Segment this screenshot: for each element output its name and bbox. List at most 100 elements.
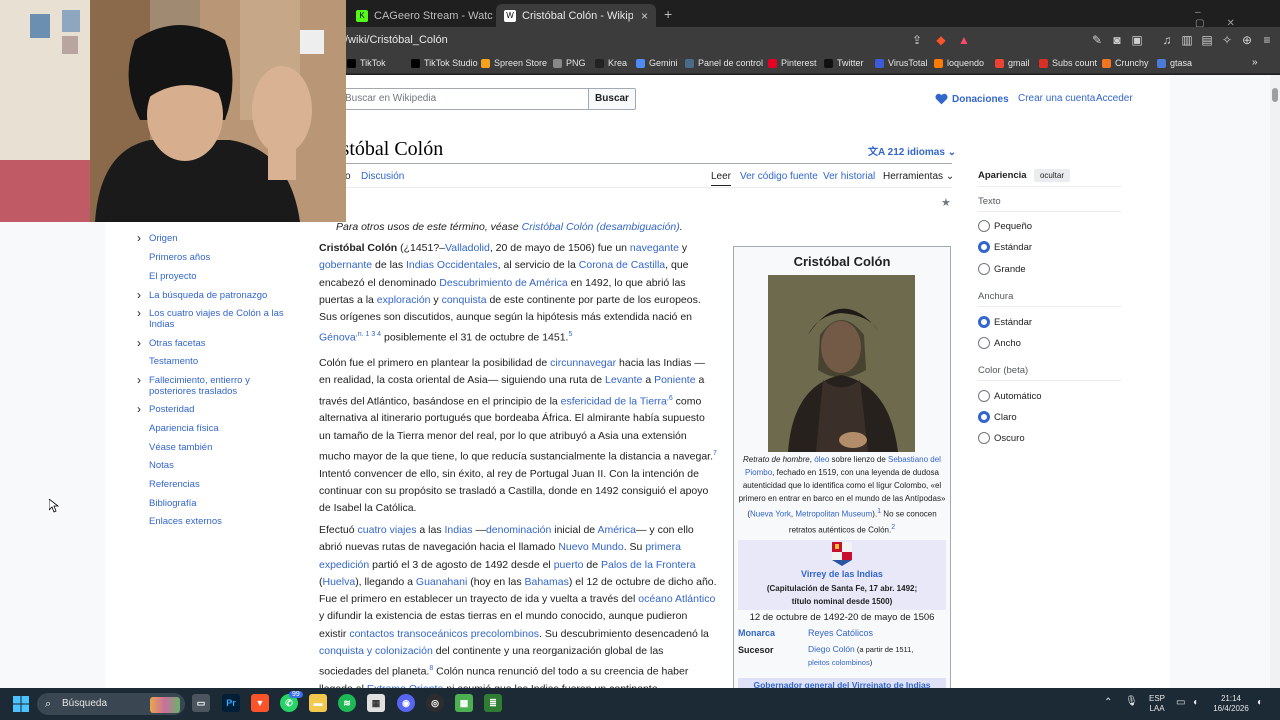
wiki-link[interactable]: contactos transoceánicos precolombinos: [349, 628, 539, 640]
radio-button[interactable]: [978, 337, 990, 349]
reference-sup[interactable]: 2: [891, 524, 895, 531]
reference-sup[interactable]: 7: [713, 450, 717, 457]
radio-label[interactable]: Pequeño: [994, 221, 1032, 232]
bookmark-item[interactable]: Krea: [595, 56, 627, 70]
tab-read[interactable]: Leer: [711, 171, 732, 186]
bookmark-item[interactable]: gmail: [995, 56, 1030, 70]
tab-talk[interactable]: Discusión: [361, 171, 404, 182]
disambiguation-link[interactable]: Cristóbal Colón (desambiguación): [522, 221, 680, 233]
radio-button[interactable]: [978, 390, 990, 402]
toc-item[interactable]: El proyecto: [149, 271, 294, 282]
wiki-link[interactable]: Huelva: [323, 576, 356, 588]
wiki-link[interactable]: Nuevo Mundo: [558, 541, 623, 553]
radio-label[interactable]: Ancho: [994, 338, 1021, 349]
brave-icon[interactable]: ▼: [251, 694, 269, 712]
reference-sup[interactable]: 5: [568, 331, 572, 338]
volume-icon[interactable]: ◖: [1192, 698, 1198, 708]
microphone-icon[interactable]: 🎙︎: [1125, 697, 1138, 707]
bookmark-item[interactable]: Twitter: [824, 56, 864, 70]
wiki-link[interactable]: exploración: [377, 294, 431, 306]
menu-icon[interactable]: ≡: [1260, 33, 1274, 47]
toc-item[interactable]: Otras facetas: [149, 338, 294, 349]
toc-item[interactable]: La búsqueda de patronazgo: [149, 290, 294, 301]
wiki-search-input[interactable]: Buscar en Wikipedia: [338, 88, 589, 110]
toc-item[interactable]: Fallecimiento, entierro y posteriores tr…: [149, 375, 294, 397]
minecraft-icon[interactable]: ▩: [455, 694, 473, 712]
discord-icon[interactable]: ◉: [397, 694, 415, 712]
radio-label[interactable]: Estándar: [994, 242, 1032, 253]
network-icon[interactable]: ▭: [1176, 698, 1185, 708]
bookmark-item[interactable]: Pinterest: [768, 56, 817, 70]
bookmark-item[interactable]: Gemini: [636, 56, 678, 70]
radio-button[interactable]: [978, 432, 990, 444]
toc-item[interactable]: Referencias: [149, 479, 294, 490]
bookmark-item[interactable]: VirusTotal: [875, 56, 927, 70]
successor-link[interactable]: Diego Colón: [808, 644, 855, 654]
toc-item[interactable]: Apariencia física: [149, 423, 294, 434]
tray-chevron-up-icon[interactable]: ⌃: [1104, 698, 1112, 708]
chevron-right-icon[interactable]: ›: [137, 403, 141, 415]
wiki-link[interactable]: América: [597, 524, 636, 536]
radio-button[interactable]: [978, 316, 990, 328]
wiki-link[interactable]: Corona de Castilla: [579, 259, 665, 271]
radio-button[interactable]: [978, 411, 990, 423]
chevron-right-icon[interactable]: ›: [137, 374, 141, 386]
toc-item[interactable]: Testamento: [149, 356, 294, 367]
task-view-icon[interactable]: ▭: [192, 694, 210, 712]
donate-link[interactable]: Donaciones: [935, 93, 1009, 105]
premiere-icon[interactable]: Pr: [222, 694, 240, 712]
radio-label[interactable]: Automático: [994, 391, 1042, 402]
bookmark-item[interactable]: Panel de control: [685, 56, 763, 70]
bookmark-item[interactable]: TikTok Studio: [411, 56, 478, 70]
office-title[interactable]: Virrey de las Indias: [738, 568, 946, 581]
toc-item[interactable]: Los cuatro viajes de Colón a las Indias: [149, 308, 294, 330]
wiki-link[interactable]: Palos de la Frontera: [601, 559, 696, 571]
bookmark-item[interactable]: TikTok: [347, 56, 386, 70]
monarch-value[interactable]: Reyes Católicos: [808, 627, 873, 640]
wiki-link[interactable]: gobernante: [319, 259, 372, 271]
window-controls[interactable]: –▢✕: [1195, 7, 1280, 29]
chevron-right-icon[interactable]: ›: [137, 289, 141, 301]
wiki-link[interactable]: Guanahani: [416, 576, 467, 588]
toc-item[interactable]: Bibliografía: [149, 498, 294, 509]
wiki-link[interactable]: puerto: [554, 559, 584, 571]
search-highlight-icon[interactable]: [150, 697, 180, 713]
bookmark-item[interactable]: gtasa: [1157, 56, 1192, 70]
radio-label[interactable]: Claro: [994, 412, 1017, 423]
leo-ai-icon[interactable]: ✧: [1220, 33, 1234, 47]
wiki-link[interactable]: océano Atlántico: [638, 593, 715, 605]
share-icon[interactable]: ⇪: [910, 33, 924, 47]
new-tab-icon[interactable]: +: [664, 6, 672, 22]
store-icon[interactable]: ▦: [367, 694, 385, 712]
sidebar-icon[interactable]: ▥: [1180, 33, 1194, 47]
bookmark-item[interactable]: Crunchy: [1102, 56, 1149, 70]
tab-history[interactable]: Ver historial: [823, 171, 875, 182]
wiki-link[interactable]: Génova: [319, 332, 356, 344]
hide-appearance-button[interactable]: ocultar: [1034, 169, 1070, 182]
wiki-link[interactable]: Poniente: [654, 374, 695, 386]
extension-icon[interactable]: ✎: [1090, 33, 1104, 47]
bookmark-item[interactable]: loquendo: [934, 56, 984, 70]
clock[interactable]: 21:14 16/4/2026: [1210, 694, 1252, 714]
toc-item[interactable]: Véase también: [149, 442, 294, 453]
radio-label[interactable]: Oscuro: [994, 433, 1025, 444]
file-explorer-icon[interactable]: ▬: [309, 694, 327, 712]
address-bar[interactable]: /wiki/Cristóbal_Colón: [345, 30, 925, 50]
tab-wikipedia[interactable]: W Cristóbal Colón - Wikipedia, la e ×: [496, 4, 656, 27]
brave-rewards-icon[interactable]: ▲: [957, 33, 971, 47]
wiki-search-button[interactable]: Buscar: [588, 88, 636, 110]
wiki-link[interactable]: óleo: [814, 455, 829, 464]
camera-icon[interactable]: ◙: [1110, 33, 1124, 47]
wiki-link[interactable]: Bahamas: [525, 576, 569, 588]
spotify-icon[interactable]: ≋: [338, 694, 356, 712]
toc-item[interactable]: Notas: [149, 460, 294, 471]
radio-button[interactable]: [978, 263, 990, 275]
language-selector[interactable]: 文A 212 idiomas ⌄: [868, 143, 956, 158]
wiki-link[interactable]: denominación: [486, 524, 551, 536]
wiki-link[interactable]: Descubrimiento de América: [439, 277, 567, 289]
toc-item[interactable]: Origen: [149, 233, 294, 244]
wiki-link[interactable]: conquista: [442, 294, 487, 306]
wiki-link[interactable]: Metropolitan Museum: [795, 510, 872, 519]
close-tab-icon[interactable]: ×: [641, 9, 648, 23]
radio-button[interactable]: [978, 220, 990, 232]
